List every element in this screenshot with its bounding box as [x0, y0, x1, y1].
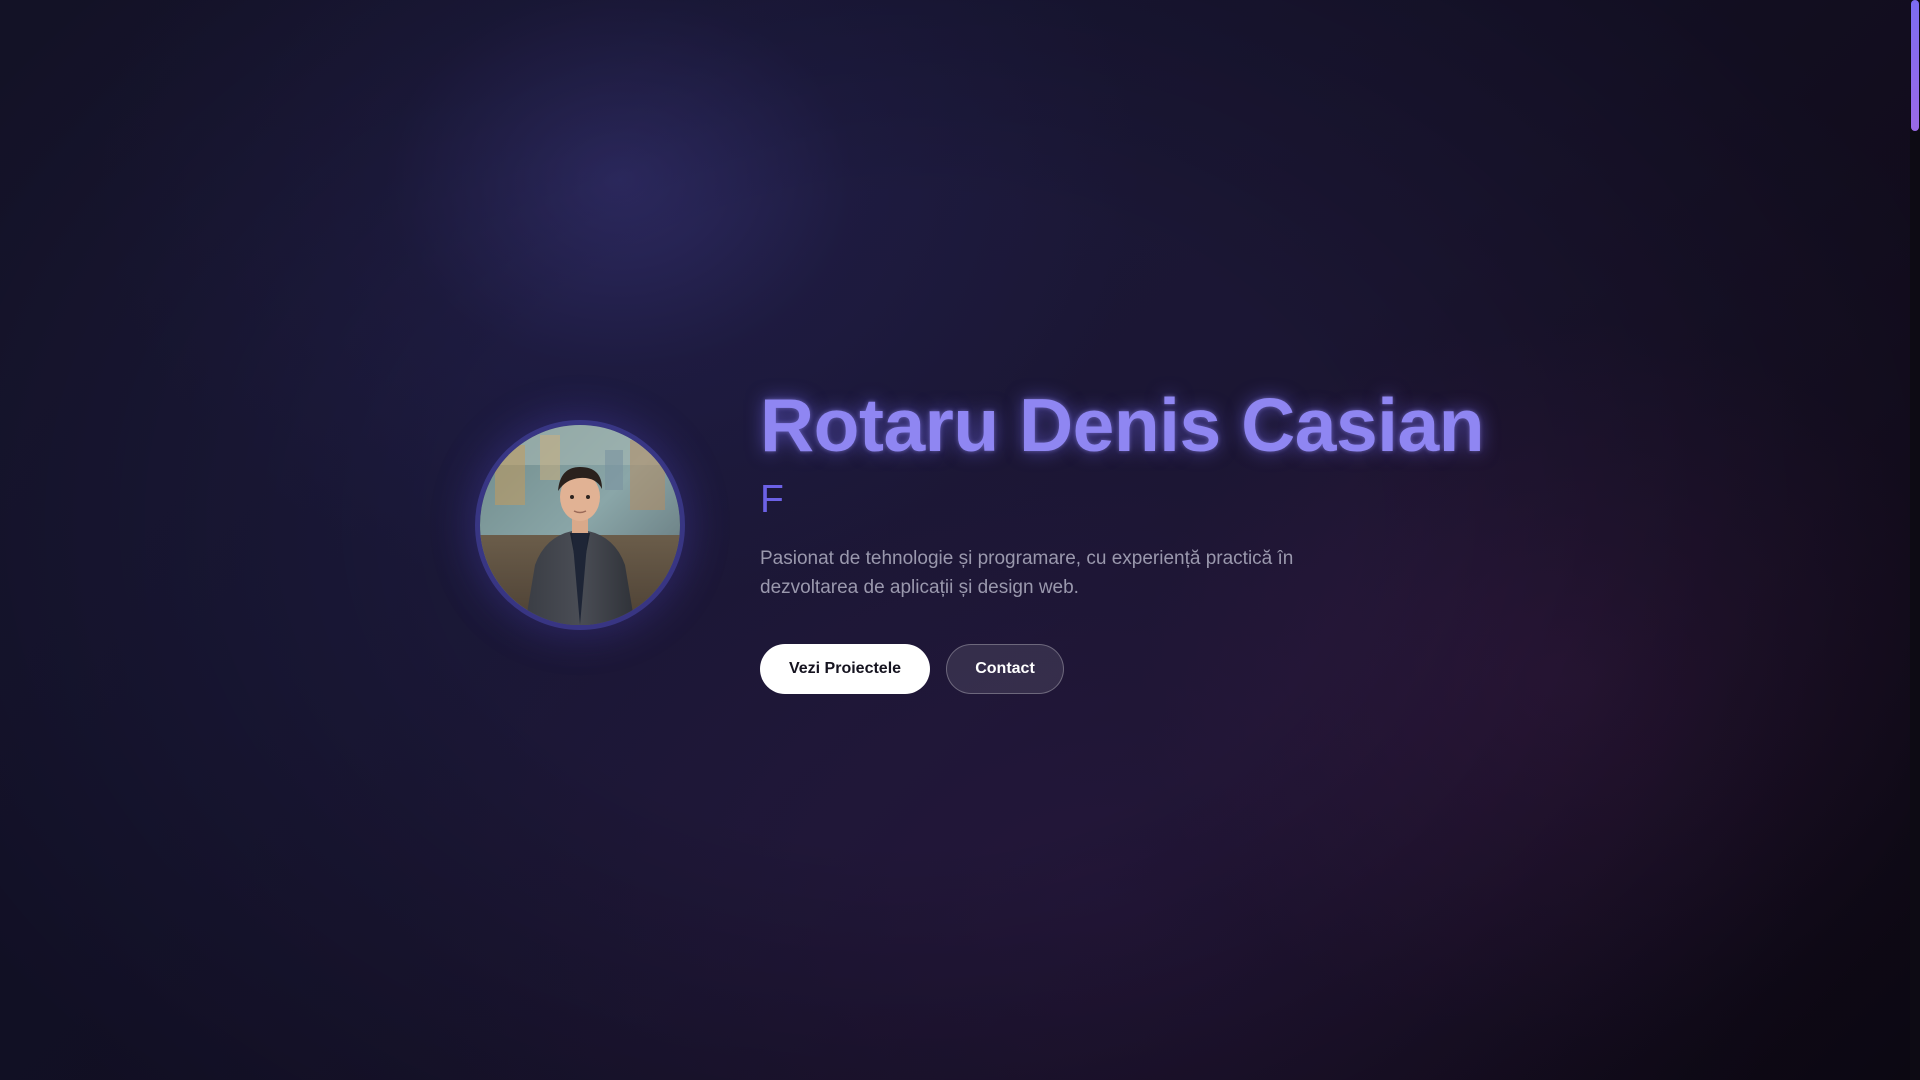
- page-title: Rotaru Denis Casian: [760, 383, 1485, 467]
- view-projects-button[interactable]: Vezi Proiectele: [760, 644, 930, 694]
- hero-buttons: Vezi Proiectele Contact: [760, 644, 1460, 694]
- typing-subtitle: F: [760, 478, 784, 521]
- profile-photo-icon: [480, 425, 680, 625]
- hero-content: Rotaru Denis Casian F Pasionat de tehnol…: [760, 380, 1485, 694]
- hero-description: Pasionat de tehnologie și programare, cu…: [760, 548, 1294, 598]
- hero-section: Rotaru Denis Casian F Pasionat de tehnol…: [470, 380, 1485, 710]
- scrollbar[interactable]: [1910, 0, 1920, 1080]
- scrollbar-thumb[interactable]: [1911, 0, 1919, 131]
- contact-button[interactable]: Contact: [946, 644, 1064, 694]
- avatar: [480, 425, 680, 625]
